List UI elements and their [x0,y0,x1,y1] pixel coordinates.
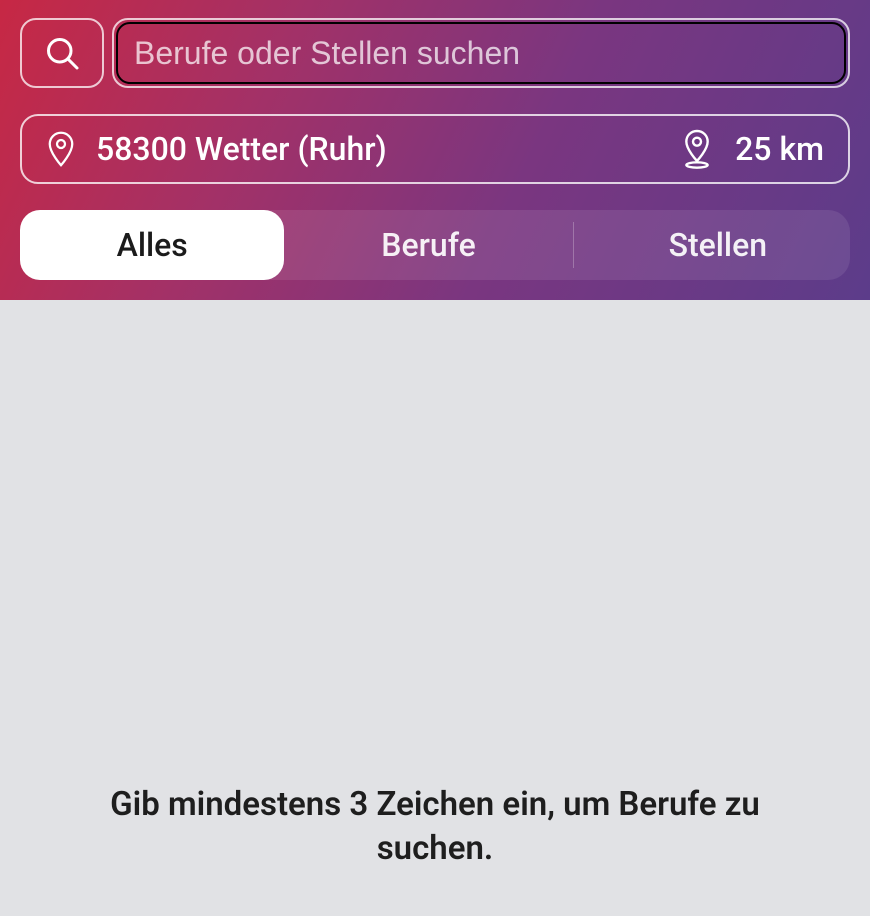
tab-jobs[interactable]: Berufe [296,210,560,280]
search-input-container [112,18,850,88]
tab-divider [573,222,574,268]
location-row[interactable]: 58300 Wetter (Ruhr) 25 km [20,114,850,184]
results-area: Gib mindestens 3 Zeichen ein, um Berufe … [0,300,870,916]
location-value: 58300 Wetter (Ruhr) [96,130,660,168]
search-header: 58300 Wetter (Ruhr) 25 km Alles Berufe S… [0,0,870,300]
search-row [20,18,850,88]
filter-tabs: Alles Berufe Stellen [20,210,850,280]
search-hint: Gib mindestens 3 Zeichen ein, um Berufe … [75,783,795,872]
search-icon-button[interactable] [20,18,104,88]
search-icon [44,35,80,71]
tab-all[interactable]: Alles [20,210,284,280]
location-pin-icon [46,130,76,168]
distance-pin-icon [680,129,714,169]
tab-positions[interactable]: Stellen [586,210,850,280]
search-input[interactable] [114,20,848,86]
distance-value: 25 km [734,130,824,168]
